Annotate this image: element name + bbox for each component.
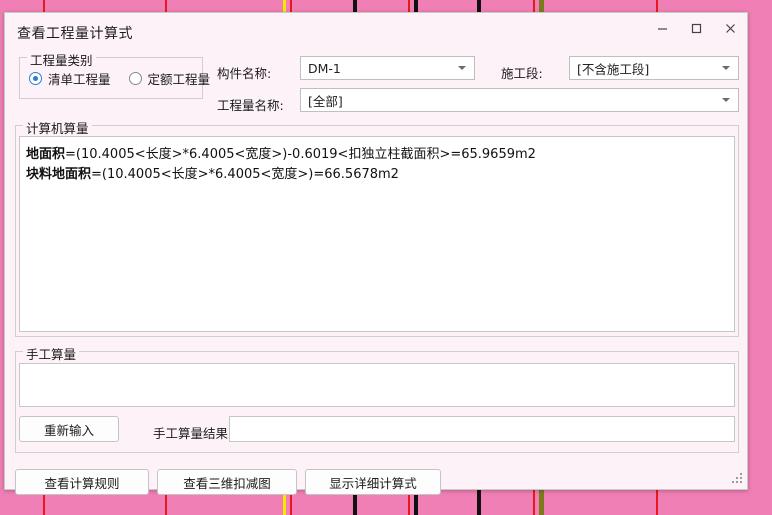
construction-section-select[interactable]: [不含施工段] xyxy=(569,56,739,80)
maximize-button[interactable] xyxy=(679,13,713,43)
computer-formula-textarea[interactable]: 地面积=(10.4005<长度>*6.4005<宽度>)-0.6019<扣独立柱… xyxy=(19,136,735,332)
formula-expression: =(10.4005<长度>*6.4005<宽度>)-0.6019<扣独立柱截面积… xyxy=(65,147,536,162)
view-calculation-rules-button[interactable]: 查看计算规则 xyxy=(15,469,149,495)
component-name-select[interactable]: DM-1 xyxy=(300,56,475,80)
construction-section-value: [不含施工段] xyxy=(577,61,650,77)
close-button[interactable] xyxy=(713,13,747,43)
quantity-category-group-title: 工程量类别 xyxy=(27,50,96,69)
formula-expression: =(10.4005<长度>*6.4005<宽度>)=66.5678m2 xyxy=(91,167,399,182)
radio-indicator xyxy=(29,72,42,85)
computer-calculation-group-title: 计算机算量 xyxy=(23,118,92,137)
chevron-down-icon xyxy=(722,98,730,102)
view-3d-deduction-button[interactable]: 查看三维扣减图 xyxy=(157,469,297,495)
resize-grip[interactable] xyxy=(731,473,743,485)
reinput-button[interactable]: 重新输入 xyxy=(19,416,119,442)
component-name-value: DM-1 xyxy=(308,60,341,76)
quantity-category-radios: 清单工程量 定额工程量 xyxy=(29,69,228,88)
component-name-label: 构件名称: xyxy=(217,66,272,81)
maximize-icon xyxy=(691,23,701,33)
window-controls xyxy=(645,13,747,43)
manual-calculation-group-title: 手工算量 xyxy=(23,344,80,363)
chevron-down-icon xyxy=(722,66,730,70)
page-title: 查看工程量计算式 xyxy=(17,26,133,42)
show-detailed-formula-button[interactable]: 显示详细计算式 xyxy=(305,469,441,495)
quantity-name-label: 工程量名称: xyxy=(217,98,284,113)
manual-formula-textarea[interactable] xyxy=(19,363,735,407)
minimize-button[interactable] xyxy=(645,13,679,43)
radio-norm-quantity-label: 定额工程量 xyxy=(147,72,211,87)
formula-name: 地面积 xyxy=(26,147,66,162)
radio-norm-quantity[interactable]: 定额工程量 xyxy=(128,69,211,88)
manual-result-label: 手工算量结果= xyxy=(153,426,239,441)
title-bar: 查看工程量计算式 xyxy=(5,13,747,51)
radio-list-quantity-label: 清单工程量 xyxy=(48,72,111,87)
chevron-down-icon xyxy=(458,66,466,70)
formula-line: 块料地面积=(10.4005<长度>*6.4005<宽度>)=66.5678m2 xyxy=(20,165,734,185)
radio-list-quantity[interactable]: 清单工程量 xyxy=(29,69,111,88)
radio-indicator xyxy=(128,72,142,85)
manual-result-input[interactable] xyxy=(229,416,735,442)
minimize-icon xyxy=(657,27,667,30)
formula-name: 块料地面积 xyxy=(26,167,92,182)
close-icon xyxy=(725,23,735,33)
construction-section-label: 施工段: xyxy=(501,66,543,81)
quantity-name-select[interactable]: [全部] xyxy=(300,88,739,112)
quantity-name-value: [全部] xyxy=(308,93,343,109)
formula-line: 地面积=(10.4005<长度>*6.4005<宽度>)-0.6019<扣独立柱… xyxy=(20,145,734,165)
view-quantity-formula-dialog: 查看工程量计算式 工程量类别 清单工程量 定额工程量 构件名称: DM-1 施工… xyxy=(4,12,748,495)
